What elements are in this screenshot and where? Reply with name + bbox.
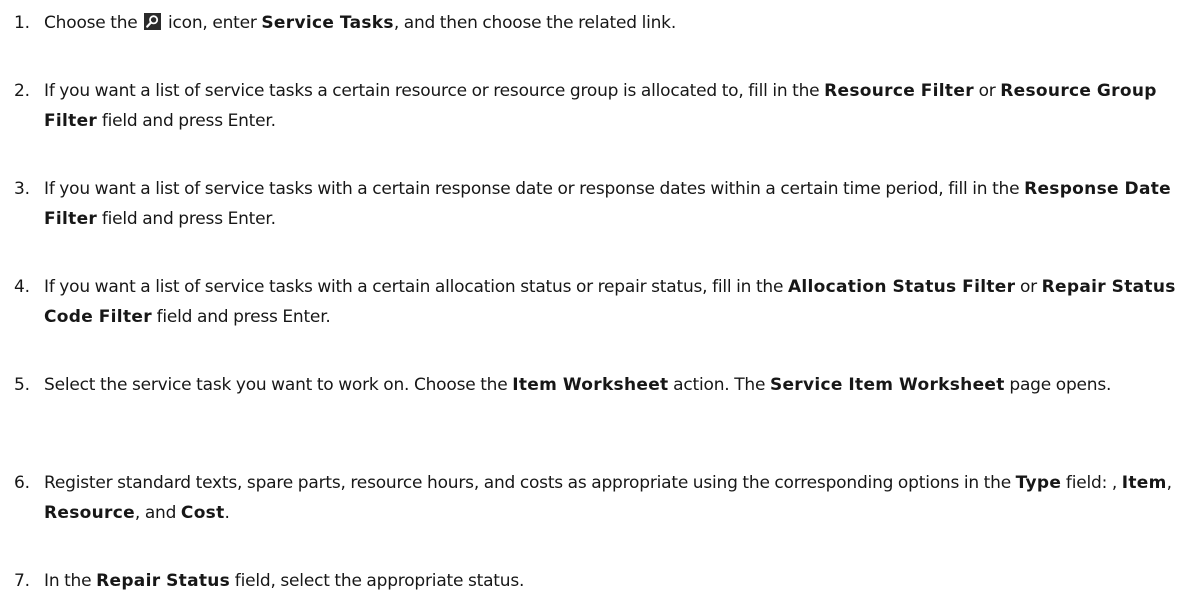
step-5: 5. Select the service task you want to w… <box>14 370 1202 400</box>
step-number: 5. <box>14 375 30 395</box>
ui-term: Type <box>1015 473 1062 493</box>
step-text: If you want a list of service tasks a ce… <box>44 81 1157 131</box>
step-number: 7. <box>14 571 30 591</box>
search-icon <box>144 13 162 30</box>
step-3: 3. If you want a list of service tasks w… <box>14 174 1202 234</box>
ui-term: Item Worksheet <box>512 375 669 395</box>
step-text: Register standard texts, spare parts, re… <box>44 473 1172 523</box>
step-text: If you want a list of service tasks with… <box>44 179 1171 229</box>
step-2: 2. If you want a list of service tasks a… <box>14 76 1202 136</box>
step-number: 6. <box>14 473 30 493</box>
step-text: In the Repair Status field, select the a… <box>44 571 525 591</box>
step-6: 6. Register standard texts, spare parts,… <box>14 468 1202 528</box>
ui-term: Allocation Status Filter <box>787 277 1016 297</box>
ui-term: Item <box>1121 473 1167 493</box>
ui-term: Service Tasks <box>261 13 394 33</box>
step-text: If you want a list of service tasks with… <box>44 277 1176 327</box>
step-number: 2. <box>14 81 30 101</box>
step-4: 4. If you want a list of service tasks w… <box>14 272 1202 332</box>
step-number: 3. <box>14 179 30 199</box>
step-7: 7. In the Repair Status field, select th… <box>14 566 1202 596</box>
step-text: Select the service task you want to work… <box>44 375 1112 395</box>
ui-term: Cost <box>180 503 225 523</box>
step-number: 1. <box>14 13 30 33</box>
ui-term: Repair Status <box>96 571 231 591</box>
ui-term: Resource <box>44 503 135 523</box>
ui-term: Resource Filter <box>824 81 974 101</box>
step-1: 1. Choose the icon, enter Service Tasks,… <box>14 8 1202 38</box>
step-text: Choose the icon, enter Service Tasks, an… <box>44 13 677 33</box>
ui-term: Service Item Worksheet <box>769 375 1005 395</box>
step-number: 4. <box>14 277 30 297</box>
